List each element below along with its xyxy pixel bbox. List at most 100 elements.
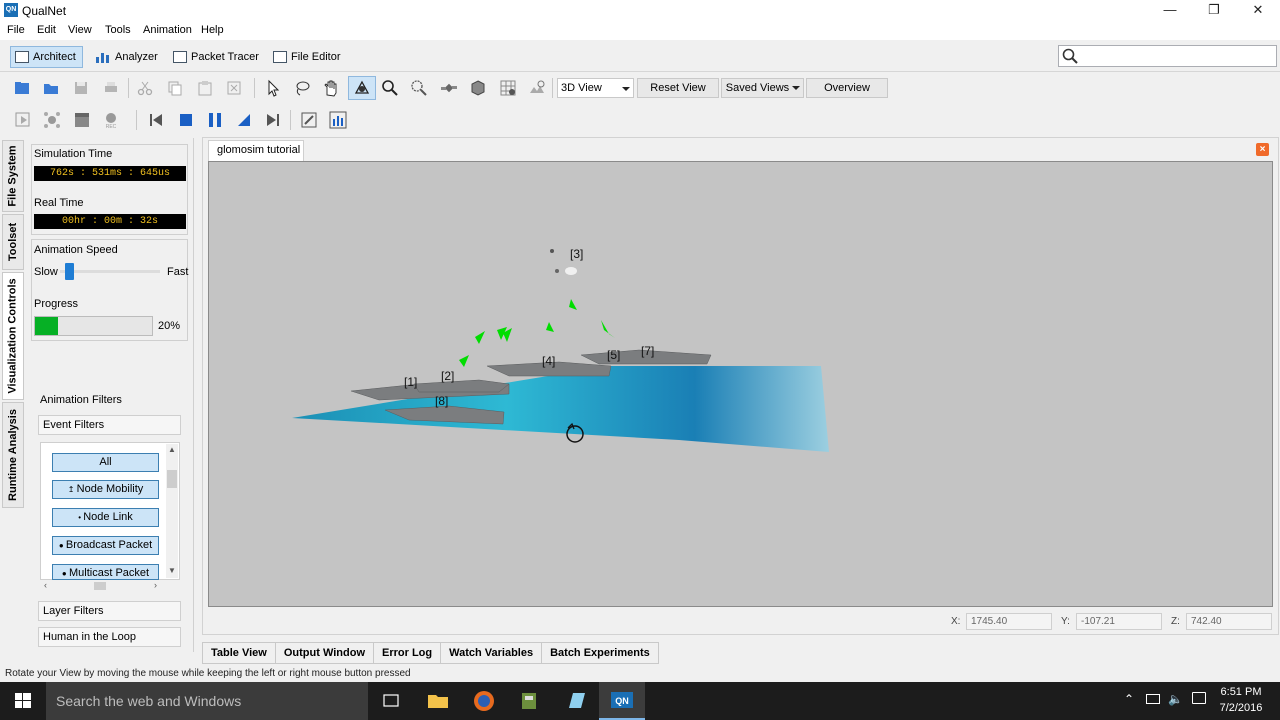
run-simulation-icon[interactable] <box>14 111 32 129</box>
close-button[interactable]: ✕ <box>1236 0 1280 22</box>
tab-batch-experiments[interactable]: Batch Experiments <box>541 642 659 664</box>
speed-slider-thumb[interactable] <box>65 263 74 280</box>
statistics-icon[interactable] <box>329 111 347 129</box>
tab-runtime-analysis[interactable]: Runtime Analysis <box>2 402 24 508</box>
taskbar-firefox[interactable] <box>461 682 507 720</box>
architect-button[interactable]: Architect <box>10 46 83 68</box>
skip-forward-icon[interactable] <box>264 111 282 129</box>
taskbar-search-box[interactable]: Search the web and Windows <box>46 682 368 720</box>
taskbar-qualnet[interactable]: QN <box>599 682 645 720</box>
tab-glomosim-tutorial[interactable]: glomosim tutorial <box>208 140 304 161</box>
layer-filters-header[interactable]: Layer Filters <box>38 601 181 621</box>
rotate-3d-button[interactable] <box>348 76 376 100</box>
paste-icon[interactable] <box>196 79 214 97</box>
print-icon[interactable] <box>102 79 120 97</box>
minimize-button[interactable]: — <box>1148 0 1192 22</box>
search-input[interactable] <box>1058 45 1277 67</box>
tab-output-window[interactable]: Output Window <box>274 642 374 664</box>
task-view-button[interactable] <box>368 682 414 720</box>
edit-icon[interactable] <box>300 111 318 129</box>
scene-canvas[interactable] <box>209 162 1273 607</box>
menu-animation[interactable]: Animation <box>143 24 192 36</box>
satellite-icon[interactable] <box>440 79 458 97</box>
node-label-2: [2] <box>441 369 455 383</box>
scroll-right-icon[interactable]: › <box>154 580 157 590</box>
notification-icon[interactable] <box>1192 692 1206 704</box>
network-icon[interactable] <box>1146 694 1160 704</box>
tab-watch-variables[interactable]: Watch Variables <box>440 642 543 664</box>
new-file-icon[interactable] <box>13 79 31 97</box>
step-icon[interactable] <box>235 111 253 129</box>
grid-settings-icon[interactable] <box>499 79 517 97</box>
y-coord-field[interactable]: -107.21 <box>1076 613 1162 630</box>
tab-toolset[interactable]: Toolset <box>2 214 24 270</box>
filter-node-link-button[interactable]: • Node Link <box>52 508 159 527</box>
cube-icon[interactable] <box>469 79 487 97</box>
pan-hand-icon[interactable] <box>322 79 340 97</box>
lasso-icon[interactable] <box>293 79 311 97</box>
tab-file-system[interactable]: File System <box>2 140 24 212</box>
3d-viewport[interactable]: [1] [2] [3] [4] [5] [7] [8] <box>208 161 1273 607</box>
file-editor-button[interactable]: File Editor <box>268 46 348 68</box>
stop-icon[interactable] <box>177 111 195 129</box>
analyzer-button[interactable]: Analyzer <box>90 46 165 68</box>
clock-time[interactable]: 6:51 PM <box>1218 686 1264 698</box>
toolbar-separator <box>552 78 553 98</box>
reset-view-button[interactable]: Reset View <box>637 78 719 98</box>
packet-flag <box>546 322 554 332</box>
taskbar-file-explorer[interactable] <box>415 682 461 720</box>
filter-node-mobility-button[interactable]: ↥ Node Mobility <box>52 480 159 499</box>
overview-button[interactable]: Overview <box>806 78 888 98</box>
network-settings-icon[interactable] <box>43 111 61 129</box>
menu-edit[interactable]: Edit <box>37 24 56 36</box>
event-filters-header[interactable]: Event Filters <box>38 415 181 435</box>
tab-error-log[interactable]: Error Log <box>373 642 442 664</box>
real-time-label: Real Time <box>34 197 84 209</box>
x-coord-field[interactable]: 1745.40 <box>966 613 1052 630</box>
tab-visualization-controls[interactable]: Visualization Controls <box>2 272 24 400</box>
menu-view[interactable]: View <box>68 24 92 36</box>
clock-date[interactable]: 7/2/2016 <box>1218 702 1264 714</box>
filter-vertical-scrollbar[interactable] <box>166 444 178 578</box>
scroll-left-icon[interactable]: ‹ <box>44 580 47 590</box>
clapperboard-icon[interactable] <box>73 111 91 129</box>
taskbar-app-notepad[interactable] <box>553 682 599 720</box>
save-icon[interactable] <box>72 79 90 97</box>
menu-file[interactable]: File <box>7 24 25 36</box>
filter-all-button[interactable]: All <box>52 453 159 472</box>
menu-tools[interactable]: Tools <box>105 24 131 36</box>
chevron-up-icon[interactable]: ⌃ <box>1124 692 1134 706</box>
tab-table-view[interactable]: Table View <box>202 642 276 664</box>
progress-value: 20% <box>158 320 181 332</box>
volume-icon[interactable]: 🔈 <box>1168 692 1183 706</box>
menu-help[interactable]: Help <box>201 24 224 36</box>
z-coord-field[interactable]: 742.40 <box>1186 613 1272 630</box>
start-button[interactable] <box>0 682 46 720</box>
rotate-3d-icon <box>354 80 370 94</box>
filter-scroll-thumb[interactable] <box>167 470 177 488</box>
filter-multicast-button[interactable]: ● Multicast Packet <box>52 564 159 580</box>
filter-hscroll-thumb[interactable] <box>94 582 106 590</box>
packet-tracer-button[interactable]: Packet Tracer <box>168 46 266 68</box>
zoom-region-icon[interactable] <box>410 79 428 97</box>
skip-back-icon[interactable] <box>147 111 165 129</box>
open-folder-icon[interactable] <box>42 79 60 97</box>
node-label-3: [3] <box>570 247 584 261</box>
restore-button[interactable]: ❐ <box>1192 0 1236 22</box>
speed-slider-track[interactable] <box>60 270 160 273</box>
filter-broadcast-label: Broadcast Packet <box>65 539 153 551</box>
close-icon[interactable]: × <box>1256 143 1269 156</box>
select-pointer-icon[interactable] <box>264 79 282 97</box>
scroll-down-icon[interactable]: ▼ <box>168 566 176 575</box>
record-icon[interactable]: REC <box>102 111 120 129</box>
zoom-icon[interactable] <box>381 79 399 97</box>
human-in-loop-header[interactable]: Human in the Loop <box>38 627 181 647</box>
terrain-settings-icon[interactable] <box>528 79 546 97</box>
pause-icon[interactable] <box>206 111 224 129</box>
copy-icon[interactable] <box>166 79 184 97</box>
taskbar-app-tool[interactable] <box>507 682 553 720</box>
delete-icon[interactable] <box>225 79 243 97</box>
filter-broadcast-button[interactable]: ● Broadcast Packet <box>52 536 159 555</box>
scroll-up-icon[interactable]: ▲ <box>168 445 176 454</box>
cut-icon[interactable] <box>136 79 154 97</box>
